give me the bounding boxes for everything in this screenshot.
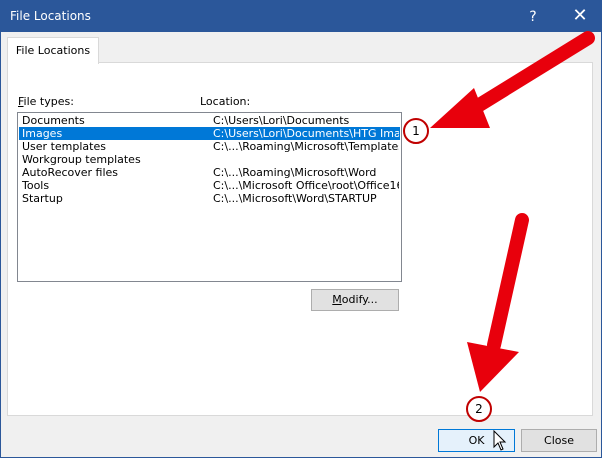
arrow-1 [430,31,595,128]
arrow-2 [467,213,529,392]
mouse-cursor-icon [493,430,507,451]
callout-number-2: 2 [466,396,492,422]
callout-number-1: 1 [403,118,429,144]
annotation-arrows [430,31,595,392]
